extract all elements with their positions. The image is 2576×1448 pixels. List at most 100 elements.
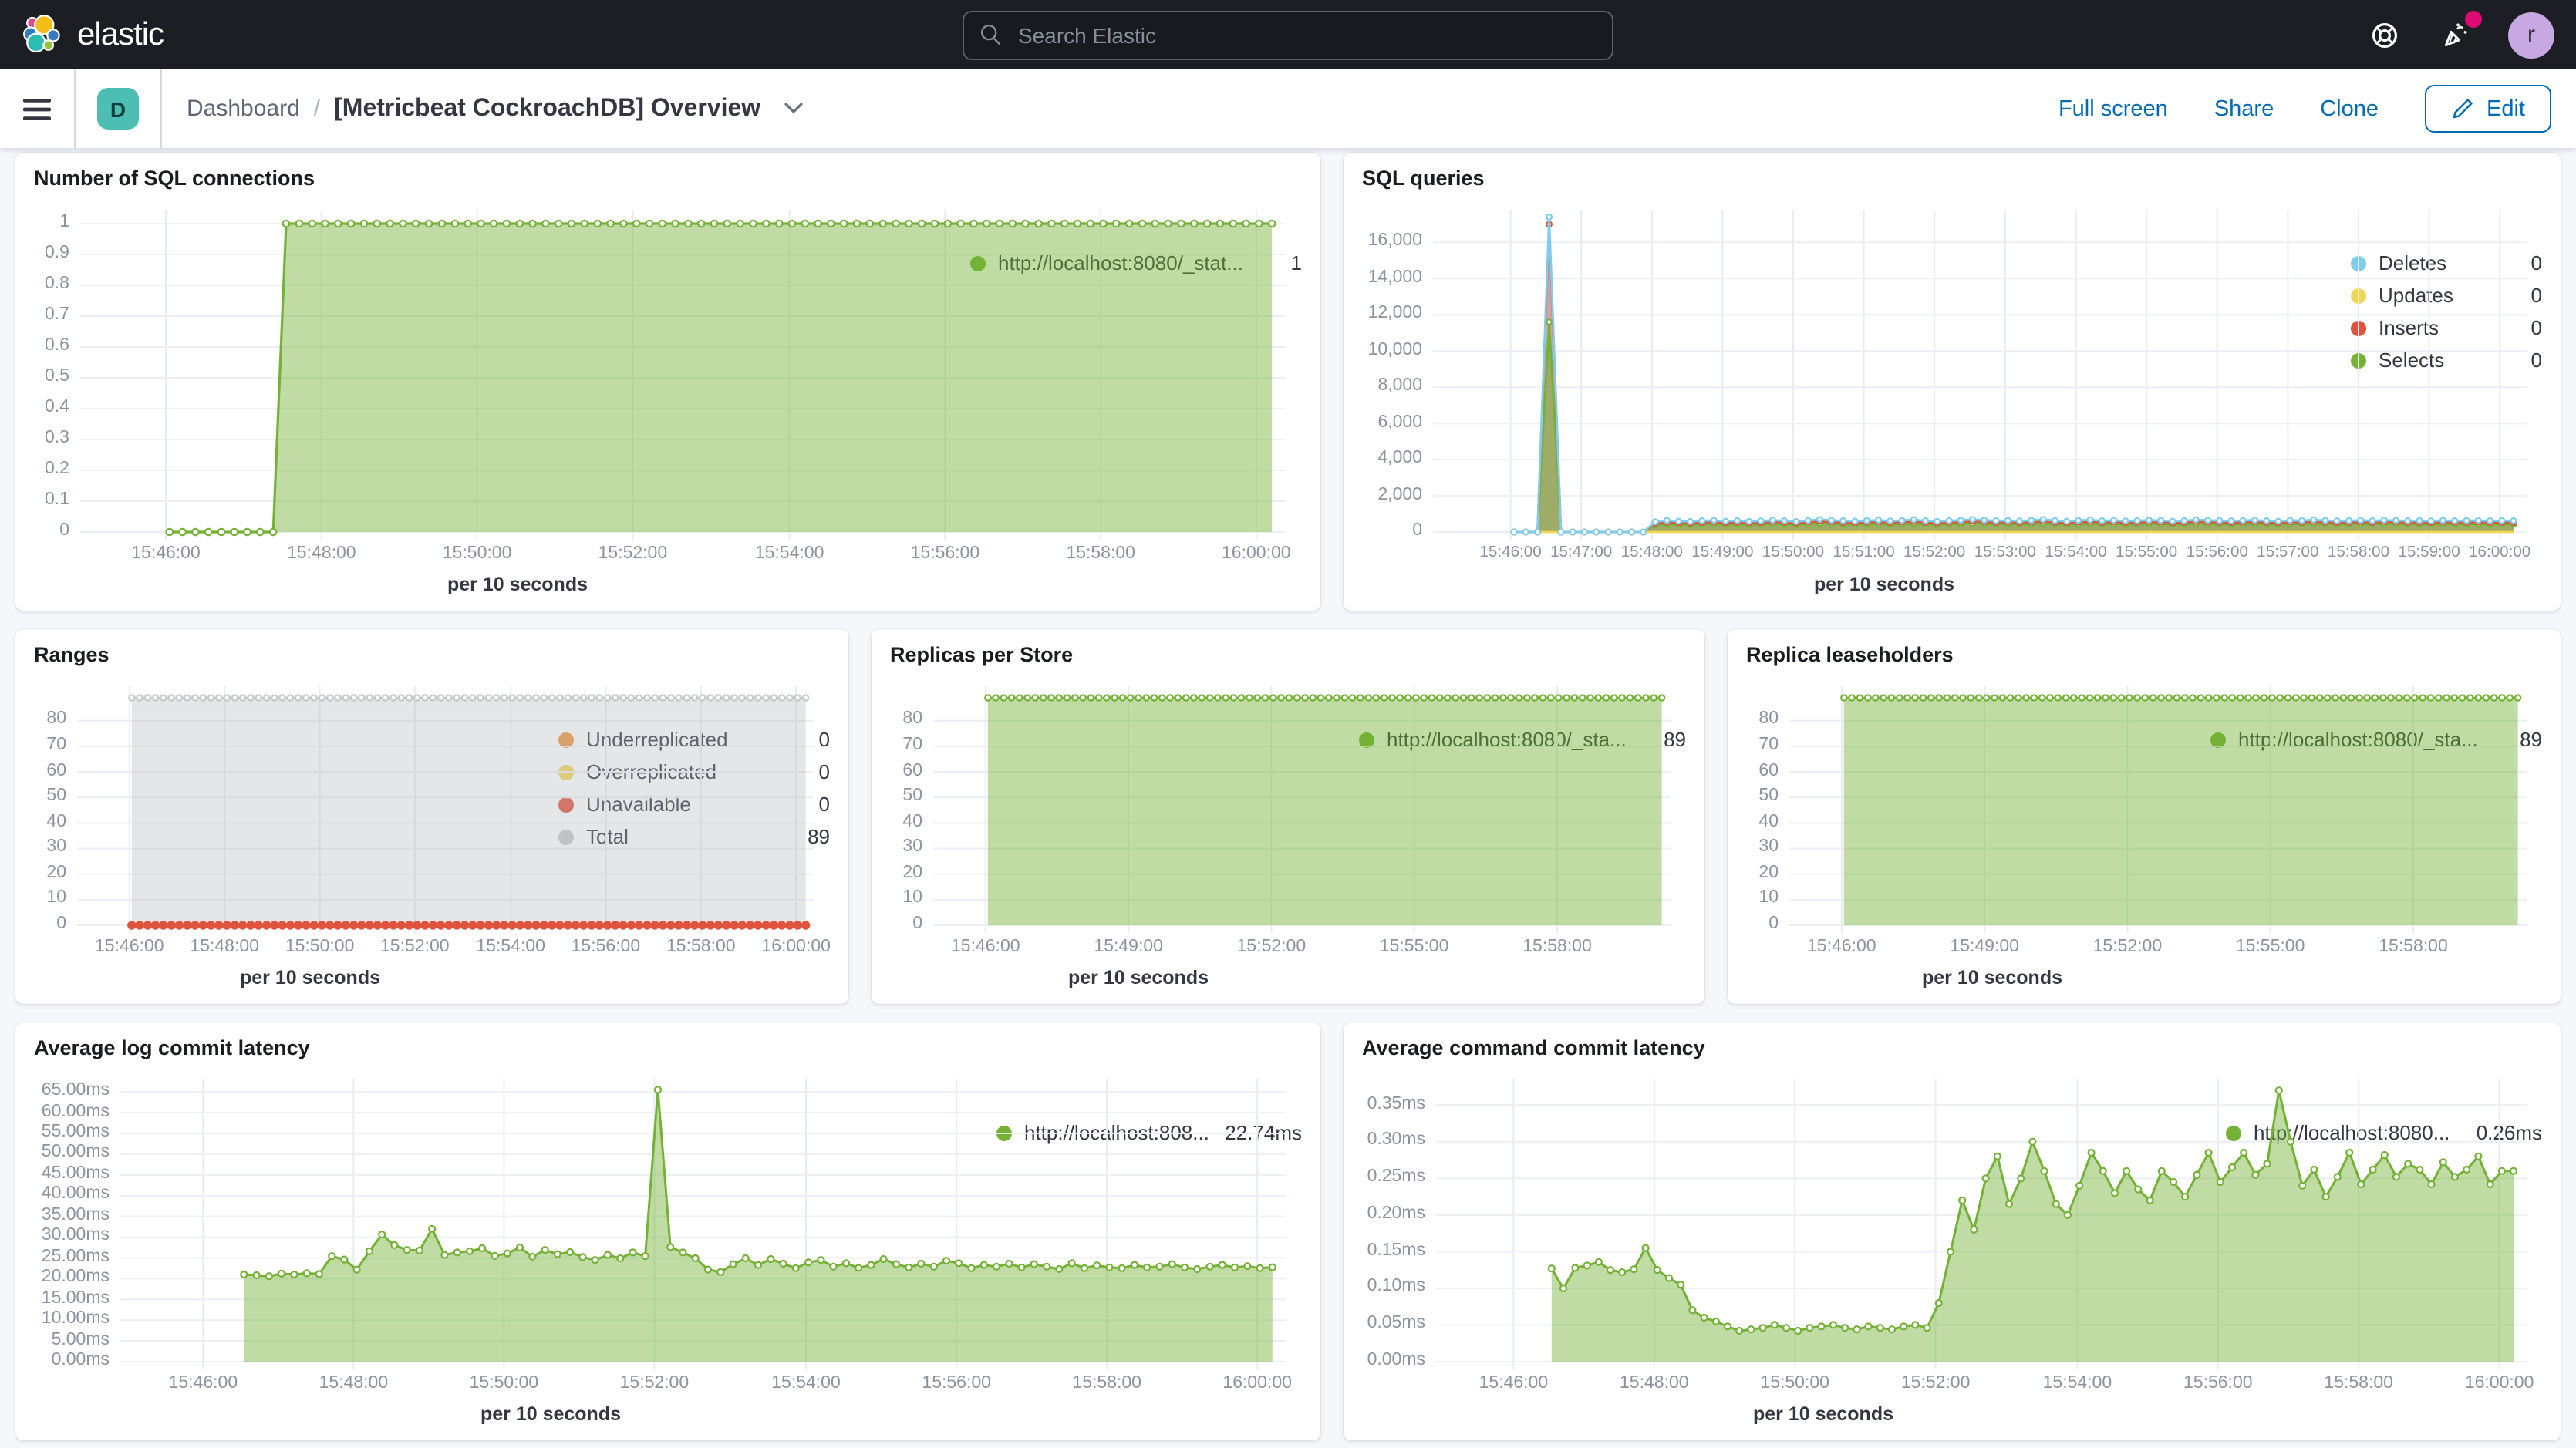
- x-axis-tick: 15:56:00: [572, 938, 641, 956]
- breadcrumb-dashboard-link[interactable]: Dashboard: [187, 96, 300, 122]
- chevron-down-icon[interactable]: [784, 102, 804, 116]
- share-button[interactable]: Share: [2214, 96, 2274, 121]
- panel-title[interactable]: Average command commit latency: [1362, 1036, 2542, 1059]
- x-axis-tick: 15:48:00: [1621, 544, 1683, 561]
- x-axis-labels: 15:46:0015:48:0015:50:0015:52:0015:54:00…: [120, 1374, 981, 1399]
- sql-connections-chart[interactable]: 10.90.80.70.60.50.40.30.20.1015:46:0015:…: [34, 210, 955, 601]
- chart-plot-area[interactable]: [120, 1079, 981, 1362]
- x-axis-tick: 15:58:00: [1522, 938, 1592, 956]
- chart-plot-area[interactable]: [77, 686, 543, 925]
- y-axis-tick: 4,000: [1377, 449, 1422, 467]
- panel-sql-connections: Number of SQL connections 10.90.80.70.60…: [15, 153, 1320, 611]
- x-axis-tick: 15:46:00: [169, 1374, 238, 1392]
- y-axis-tick: 0.10ms: [1367, 1278, 1425, 1296]
- y-axis-tick: 0: [1412, 521, 1422, 540]
- y-axis-tick: 50.00ms: [42, 1143, 110, 1162]
- x-axis-tick: 15:52:00: [1237, 938, 1307, 956]
- panel-title[interactable]: Number of SQL connections: [34, 167, 1302, 190]
- y-axis-labels: 80706050403020100: [890, 686, 933, 925]
- x-axis-tick: 16:00:00: [1222, 544, 1291, 563]
- toolbar-left: D Dashboard / [Metricbeat CockroachDB] O…: [0, 69, 804, 148]
- y-axis-tick: 8,000: [1377, 376, 1422, 395]
- panel-title[interactable]: Average log commit latency: [34, 1036, 1302, 1059]
- log-commit-latency-chart[interactable]: 65.00ms60.00ms55.00ms50.00ms45.00ms40.00…: [34, 1079, 981, 1431]
- y-axis-tick: 14,000: [1368, 268, 1422, 286]
- x-axis-tick: 15:51:00: [1833, 544, 1895, 561]
- sql-queries-chart[interactable]: 16,00014,00012,00010,0008,0006,0004,0002…: [1362, 210, 2335, 601]
- notification-badge: [2465, 10, 2482, 27]
- full-screen-button[interactable]: Full screen: [2058, 96, 2168, 121]
- edit-button-label: Edit: [2487, 96, 2525, 121]
- y-axis-tick: 40: [1758, 812, 1779, 830]
- x-axis-tick: 15:52:00: [2093, 938, 2163, 956]
- x-axis-tick: 15:49:00: [1950, 938, 2019, 956]
- search-input[interactable]: [1015, 21, 1597, 49]
- x-axis-tick: 15:54:00: [755, 544, 824, 563]
- legend-value: 0: [2531, 316, 2542, 339]
- x-axis-tick: 15:55:00: [1380, 938, 1449, 956]
- chart-plot-area[interactable]: [80, 210, 955, 532]
- y-axis-tick: 40.00ms: [42, 1185, 110, 1204]
- x-axis-tick: 15:58:00: [2379, 938, 2448, 956]
- y-axis-tick: 30: [46, 838, 66, 857]
- space-switcher[interactable]: D: [97, 88, 139, 130]
- x-axis-tick: 15:56:00: [2187, 544, 2248, 561]
- help-icon[interactable]: [2366, 16, 2403, 53]
- x-axis-title: per 10 seconds: [1789, 967, 2195, 995]
- ranges-chart[interactable]: 8070605040302010015:46:0015:48:0015:50:0…: [34, 686, 543, 995]
- x-axis-tick: 15:50:00: [443, 544, 512, 563]
- replica-leaseholders-chart[interactable]: 8070605040302010015:46:0015:49:0015:52:0…: [1746, 686, 2195, 995]
- y-axis-tick: 0.5: [45, 367, 69, 386]
- x-axis-tick: 15:46:00: [1479, 1374, 1549, 1392]
- edit-button[interactable]: Edit: [2425, 85, 2551, 133]
- chart-plot-area[interactable]: [1436, 1079, 2210, 1362]
- y-axis-tick: 0.1: [45, 490, 69, 509]
- page-title: [Metricbeat CockroachDB] Overview: [334, 95, 760, 123]
- divider: [74, 69, 76, 148]
- chart-plot-area[interactable]: [933, 686, 1344, 925]
- x-axis-tick: 16:00:00: [1222, 1374, 1292, 1392]
- x-axis-tick: 15:53:00: [1974, 544, 2036, 561]
- x-axis-title: per 10 seconds: [120, 1403, 981, 1431]
- pencil-icon: [2451, 97, 2474, 120]
- chart-plot-area[interactable]: [1433, 210, 2335, 532]
- x-axis-labels: 15:46:0015:49:0015:52:0015:55:0015:58:00: [1789, 938, 2195, 962]
- cmd-commit-latency-chart[interactable]: 0.35ms0.30ms0.25ms0.20ms0.15ms0.10ms0.05…: [1362, 1079, 2210, 1431]
- y-axis-labels: 0.35ms0.30ms0.25ms0.20ms0.15ms0.10ms0.05…: [1362, 1079, 1436, 1362]
- y-axis-tick: 30: [902, 838, 922, 857]
- replicas-per-store-chart[interactable]: 8070605040302010015:46:0015:49:0015:52:0…: [890, 686, 1344, 995]
- user-avatar[interactable]: r: [2508, 12, 2554, 58]
- x-axis-labels: 15:46:0015:48:0015:50:0015:52:0015:54:00…: [77, 938, 543, 962]
- news-feed-icon[interactable]: [2437, 16, 2474, 53]
- panel-title[interactable]: SQL queries: [1362, 167, 2542, 190]
- x-axis-tick: 15:58:00: [666, 938, 736, 956]
- panel-replica-leaseholders: Replica leaseholders 8070605040302010015…: [1728, 629, 2561, 1004]
- panel-title[interactable]: Ranges: [34, 643, 830, 666]
- panel-log-commit-latency: Average log commit latency 65.00ms60.00m…: [15, 1022, 1320, 1440]
- legend-value: 0: [2531, 349, 2542, 372]
- x-axis-labels: 15:46:0015:48:0015:50:0015:52:0015:54:00…: [1436, 1374, 2210, 1399]
- menu-icon[interactable]: [0, 69, 74, 148]
- y-axis-tick: 60: [1758, 761, 1779, 780]
- chart-plot-area[interactable]: [1789, 686, 2195, 925]
- panel-title[interactable]: Replicas per Store: [890, 643, 1686, 666]
- dashboard-toolbar: D Dashboard / [Metricbeat CockroachDB] O…: [0, 69, 2576, 148]
- panel-title[interactable]: Replica leaseholders: [1746, 643, 2542, 666]
- dashboard-grid: Number of SQL connections 10.90.80.70.60…: [0, 148, 2576, 1448]
- y-axis-tick: 30: [1758, 838, 1779, 857]
- y-axis-tick: 30.00ms: [42, 1227, 110, 1245]
- global-search[interactable]: [963, 10, 1613, 59]
- y-axis-labels: 16,00014,00012,00010,0008,0006,0004,0002…: [1362, 210, 1433, 532]
- y-axis-tick: 50: [1758, 786, 1779, 805]
- clone-button[interactable]: Clone: [2320, 96, 2379, 121]
- search-icon: [979, 23, 1003, 46]
- x-axis-title: per 10 seconds: [933, 967, 1344, 995]
- y-axis-tick: 1: [59, 213, 69, 231]
- y-axis-tick: 70: [46, 736, 66, 754]
- elastic-logo[interactable]: elastic: [22, 14, 164, 56]
- y-axis-tick: 2,000: [1377, 485, 1422, 503]
- x-axis-title: per 10 seconds: [1433, 574, 2335, 601]
- legend-value: 0: [819, 760, 830, 783]
- y-axis-tick: 0.05ms: [1367, 1314, 1425, 1332]
- y-axis-tick: 0.8: [45, 274, 69, 293]
